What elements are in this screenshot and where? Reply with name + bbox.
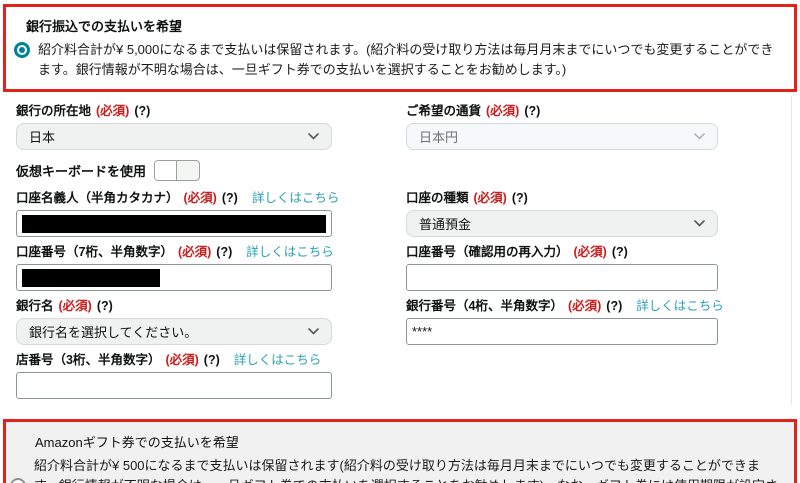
account-number-details-link[interactable]: 詳しくはこちら	[246, 245, 334, 260]
virtual-keyboard-label: 仮想キーボードを使用	[16, 164, 147, 179]
required-badge: (必須)	[96, 104, 130, 118]
help-tooltip-icon[interactable]: (?)	[216, 245, 232, 260]
required-badge: (必須)	[183, 191, 217, 205]
account-holder-label: 口座名義人（半角カタカナ）	[16, 191, 179, 205]
help-tooltip-icon[interactable]: (?)	[204, 353, 220, 368]
branch-number-input[interactable]	[16, 372, 332, 399]
field-account-holder: 口座名義人（半角カタカナ） (必須) (?) 詳しくはこちら	[16, 191, 339, 237]
bank-transfer-option-box: 銀行振込での支払いを希望 紹介料合計が¥ 5,000になるまで支払いは保留されま…	[3, 4, 797, 92]
help-tooltip-icon[interactable]: (?)	[612, 245, 628, 260]
account-number-confirm-input[interactable]	[406, 264, 718, 291]
gift-card-radio[interactable]	[10, 478, 26, 483]
virtual-keyboard-toggle[interactable]	[154, 160, 201, 181]
help-tooltip-icon[interactable]: (?)	[524, 104, 540, 119]
branch-number-label-row: 店番号（3桁、半角数字） (必須) (?) 詳しくはこちら	[16, 353, 332, 368]
required-badge: (必須)	[165, 353, 199, 367]
required-badge: (必須)	[486, 104, 520, 118]
help-tooltip-icon[interactable]: (?)	[222, 191, 238, 206]
currency-label-row: ご希望の通貨 (必須) (?)	[406, 104, 718, 119]
bank-details-form: 銀行の所在地 (必須) (?) 日本 ご希望の通貨 (必須) (?) 日本円 仮…	[0, 92, 800, 407]
account-holder-details-link[interactable]: 詳しくはこちら	[252, 191, 340, 206]
gift-card-description: 紹介料合計が¥ 500になるまで支払いは保留されます(紹介料の受け取り方法は毎月…	[34, 458, 778, 483]
required-badge: (必須)	[177, 245, 212, 259]
required-badge: (必須)	[573, 245, 607, 259]
bank-number-label: 銀行番号（4桁、半角数字）	[406, 299, 563, 313]
redacted-value	[22, 268, 160, 287]
chevron-down-icon	[694, 133, 705, 140]
gift-card-option-box: Amazonギフト券での支払いを希望 紹介料合計が¥ 500になるまで支払いは保…	[3, 419, 797, 483]
account-number-confirm-label-row: 口座番号（確認用の再入力） (必須) (?)	[406, 245, 718, 260]
bank-number-input[interactable]: ****	[406, 318, 718, 345]
bank-number-label-row: 銀行番号（4桁、半角数字） (必須) (?) 詳しくはこちら	[406, 299, 724, 314]
account-type-label-row: 口座の種類 (必須) (?)	[406, 191, 718, 206]
field-account-type: 口座の種類 (必須) (?) 普通預金	[406, 191, 718, 237]
account-number-confirm-label: 口座番号（確認用の再入力）	[406, 245, 569, 259]
bank-name-label: 銀行名	[16, 299, 54, 313]
field-currency: ご希望の通貨 (必須) (?) 日本円	[406, 104, 718, 150]
field-virtual-keyboard: 仮想キーボードを使用	[16, 160, 332, 181]
field-bank-location: 銀行の所在地 (必須) (?) 日本	[16, 104, 332, 150]
bank-location-label-row: 銀行の所在地 (必須) (?)	[16, 104, 332, 119]
account-type-label: 口座の種類	[406, 191, 469, 205]
branch-number-label: 店番号（3桁、半角数字）	[16, 353, 161, 367]
account-number-label-row: 口座番号（7桁、半角数字） (必須) (?) 詳しくはこちら	[16, 245, 334, 260]
account-holder-label-row: 口座名義人（半角カタカナ） (必須) (?) 詳しくはこちら	[16, 191, 339, 206]
field-account-number: 口座番号（7桁、半角数字） (必須) (?) 詳しくはこちら	[16, 245, 334, 291]
panel-divider	[791, 96, 792, 405]
required-badge: (必須)	[473, 191, 507, 205]
toggle-knob	[155, 161, 178, 180]
field-account-number-confirm: 口座番号（確認用の再入力） (必須) (?)	[406, 245, 718, 291]
account-number-input[interactable]	[16, 264, 332, 291]
bank-transfer-option-title: 銀行振込での支払いを希望	[26, 19, 183, 34]
redacted-value	[22, 214, 326, 233]
required-badge: (必須)	[58, 299, 92, 313]
currency-select: 日本円	[406, 123, 718, 150]
bank-location-label: 銀行の所在地	[16, 104, 92, 118]
required-badge: (必須)	[567, 299, 602, 313]
help-tooltip-icon[interactable]: (?)	[134, 104, 150, 119]
help-tooltip-icon[interactable]: (?)	[97, 299, 113, 314]
chevron-down-icon	[308, 328, 319, 335]
bank-transfer-description: 紹介料合計が¥ 5,000になるまで支払いは保留されます。(紹介料の受け取り方法…	[38, 42, 774, 77]
chevron-down-icon	[694, 220, 705, 227]
gift-card-option-title: Amazonギフト券での支払いを希望	[35, 435, 239, 450]
help-tooltip-icon[interactable]: (?)	[512, 191, 528, 206]
field-branch-number: 店番号（3桁、半角数字） (必須) (?) 詳しくはこちら	[16, 353, 332, 399]
account-number-label: 口座番号（7桁、半角数字）	[16, 245, 173, 259]
currency-label: ご希望の通貨	[406, 104, 482, 118]
bank-transfer-radio[interactable]	[14, 42, 30, 58]
bank-name-select[interactable]: 銀行名を選択してください。	[16, 318, 332, 345]
field-bank-name: 銀行名 (必須) (?) 銀行名を選択してください。	[16, 299, 332, 345]
field-bank-number: 銀行番号（4桁、半角数字） (必須) (?) 詳しくはこちら ****	[406, 299, 724, 345]
bank-name-label-row: 銀行名 (必須) (?)	[16, 299, 332, 314]
bank-location-select[interactable]: 日本	[16, 123, 332, 150]
chevron-down-icon	[308, 133, 319, 140]
bank-number-details-link[interactable]: 詳しくはこちら	[636, 299, 724, 314]
account-type-select[interactable]: 普通預金	[406, 210, 718, 237]
help-tooltip-icon[interactable]: (?)	[606, 299, 622, 314]
branch-number-details-link[interactable]: 詳しくはこちら	[234, 353, 322, 368]
account-holder-input[interactable]	[16, 210, 332, 237]
